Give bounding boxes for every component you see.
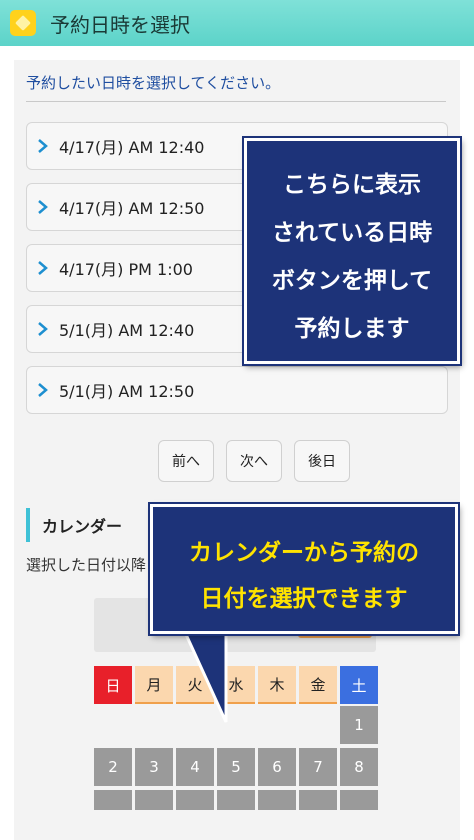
weekday-sat: 土 bbox=[340, 666, 378, 704]
calendar-day-partial[interactable] bbox=[299, 790, 337, 810]
cube-logo-icon bbox=[10, 10, 36, 36]
weekday-mon: 月 bbox=[135, 666, 173, 704]
tutorial-callout-bottom: カレンダーから予約の 日付を選択できます bbox=[150, 504, 458, 634]
time-slot-label: 4/17(月) AM 12:40 bbox=[59, 138, 205, 157]
weekday-wed: 水 bbox=[217, 666, 255, 704]
calendar-day[interactable]: 8 bbox=[340, 748, 378, 786]
callout-line: 日付を選択できます bbox=[200, 586, 408, 612]
calendar-heading: カレンダー bbox=[26, 508, 122, 542]
calendar-day-partial[interactable] bbox=[176, 790, 214, 810]
calendar-day-partial[interactable] bbox=[94, 790, 132, 810]
calendar-day[interactable]: 3 bbox=[135, 748, 173, 786]
calendar-day-partial[interactable] bbox=[135, 790, 173, 810]
later-button[interactable]: 後日 bbox=[294, 440, 350, 482]
callout-line: 予約します bbox=[294, 316, 410, 342]
weekday-thu: 木 bbox=[258, 666, 296, 704]
calendar-day[interactable]: 6 bbox=[258, 748, 296, 786]
tutorial-callout-top: こちらに表示 されている日時 ボタンを押して 予約します bbox=[244, 138, 460, 364]
calendar-day-partial[interactable] bbox=[258, 790, 296, 810]
next-button[interactable]: 次へ bbox=[226, 440, 282, 482]
weekday-fri: 金 bbox=[299, 666, 337, 704]
app-header: 予約日時を選択 bbox=[0, 0, 474, 46]
time-slot-label: 5/1(月) AM 12:50 bbox=[59, 382, 195, 401]
calendar-day[interactable]: 2 bbox=[94, 748, 132, 786]
calendar-day[interactable]: 5 bbox=[217, 748, 255, 786]
time-slot-label: 4/17(月) PM 1:00 bbox=[59, 260, 193, 279]
calendar-day[interactable]: 1 bbox=[340, 706, 378, 744]
callout-line: ボタンを押して bbox=[271, 268, 433, 294]
callout-line: されている日時 bbox=[271, 220, 433, 246]
chevron-right-icon bbox=[38, 200, 48, 214]
chevron-right-icon bbox=[38, 383, 48, 397]
calendar-day-partial[interactable] bbox=[340, 790, 378, 810]
prev-button[interactable]: 前へ bbox=[158, 440, 214, 482]
weekday-tue: 火 bbox=[176, 666, 214, 704]
time-slot-label: 5/1(月) AM 12:40 bbox=[59, 321, 195, 340]
page-title: 予約日時を選択 bbox=[50, 12, 190, 37]
chevron-right-icon bbox=[38, 261, 48, 275]
chevron-right-icon bbox=[38, 322, 48, 336]
chevron-right-icon bbox=[38, 139, 48, 153]
callout-line: カレンダーから予約の bbox=[189, 540, 419, 566]
callout-line: こちらに表示 bbox=[283, 172, 421, 198]
time-slot-button-5[interactable]: 5/1(月) AM 12:50 bbox=[26, 366, 448, 414]
time-slot-label: 4/17(月) AM 12:50 bbox=[59, 199, 205, 218]
calendar-day[interactable]: 7 bbox=[299, 748, 337, 786]
weekday-sun: 日 bbox=[94, 666, 132, 704]
calendar-day[interactable]: 4 bbox=[176, 748, 214, 786]
calendar-day-partial[interactable] bbox=[217, 790, 255, 810]
instruction-text: 予約したい日時を選択してください。 bbox=[26, 72, 446, 102]
calendar-description: 選択した日付以降 bbox=[26, 556, 147, 574]
